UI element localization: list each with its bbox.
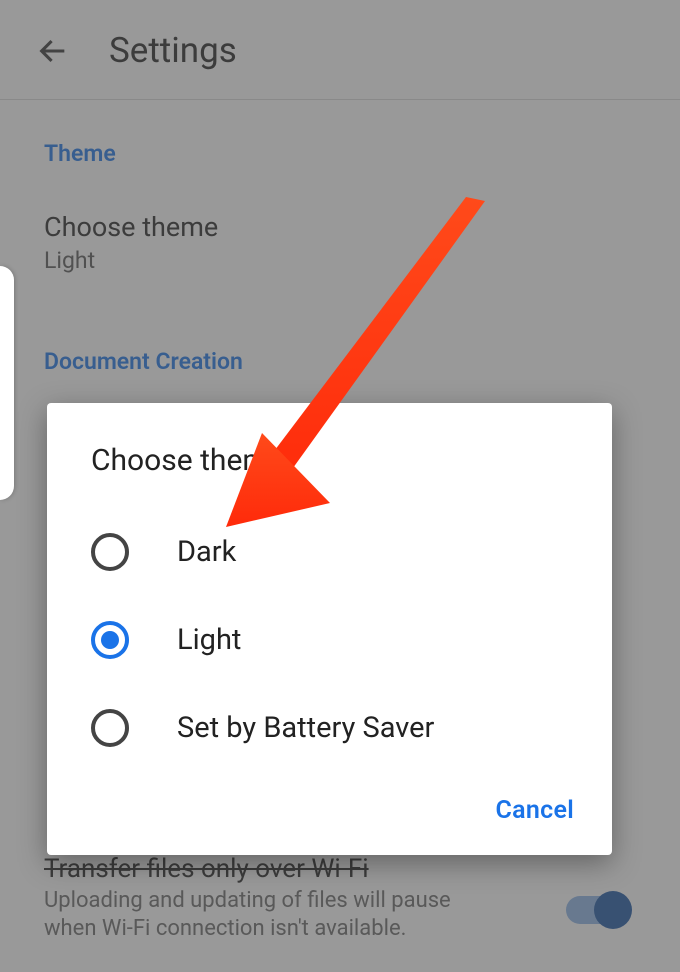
radio-dot-icon	[101, 631, 119, 649]
radio-icon	[91, 709, 129, 747]
radio-icon-selected	[91, 621, 129, 659]
radio-option-light[interactable]: Light	[47, 596, 612, 684]
radio-option-battery-saver[interactable]: Set by Battery Saver	[47, 684, 612, 772]
cancel-button[interactable]: Cancel	[495, 796, 574, 825]
radio-option-dark[interactable]: Dark	[47, 508, 612, 596]
radio-label: Set by Battery Saver	[177, 711, 434, 745]
radio-label: Light	[177, 623, 241, 657]
radio-icon	[91, 533, 129, 571]
side-edge-tab	[0, 266, 14, 500]
choose-theme-dialog: Choose theme Dark Light Set by Battery S…	[47, 403, 612, 855]
dialog-title: Choose theme	[47, 443, 612, 508]
radio-label: Dark	[177, 535, 236, 569]
